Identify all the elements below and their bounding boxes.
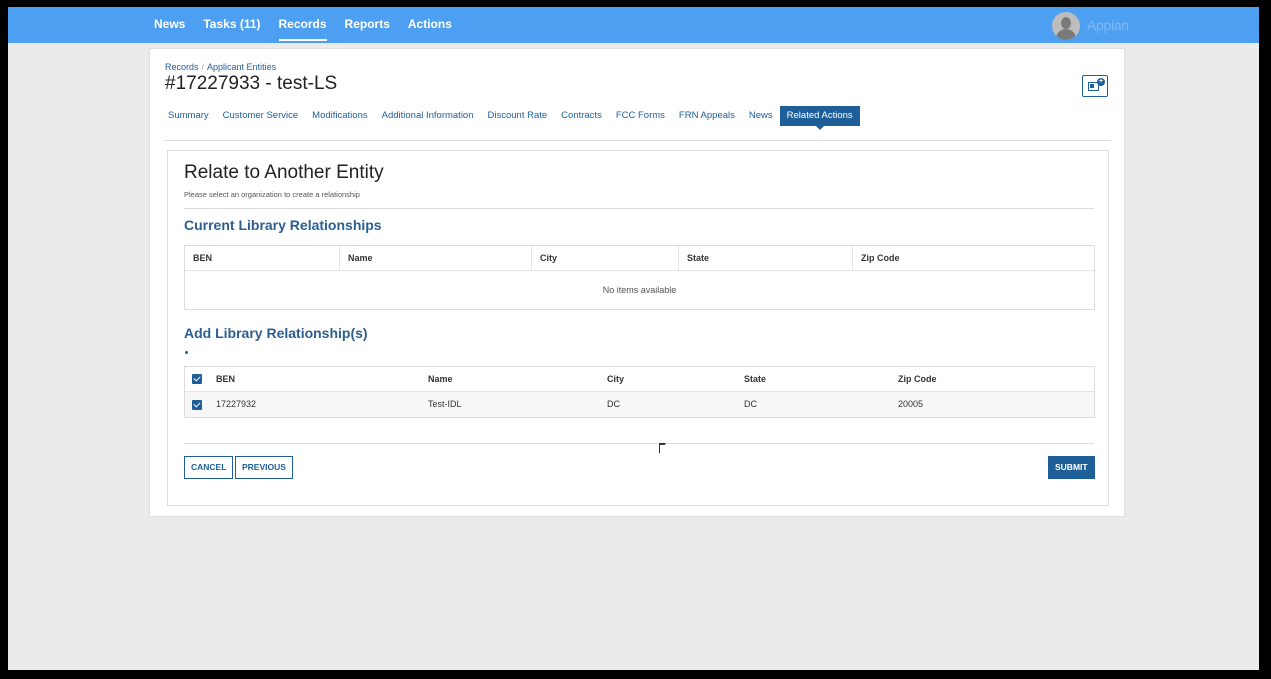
- previous-button[interactable]: PREVIOUS: [235, 456, 293, 479]
- avatar-head: [1061, 17, 1071, 29]
- column-header-state[interactable]: State: [736, 367, 890, 391]
- main-nav: News Tasks (11) Records Reports Actions: [154, 7, 470, 43]
- nav-news[interactable]: News: [154, 7, 185, 43]
- user-avatar-icon[interactable]: [1052, 12, 1080, 40]
- breadcrumb-records[interactable]: Records: [165, 62, 199, 72]
- column-header-city[interactable]: City: [599, 367, 736, 391]
- relate-entity-panel: Relate to Another Entity Please select a…: [167, 150, 1109, 506]
- tab-summary[interactable]: Summary: [161, 106, 216, 126]
- column-header-ben[interactable]: BEN: [208, 367, 420, 391]
- avatar-body: [1056, 29, 1076, 40]
- nav-reports[interactable]: Reports: [345, 7, 390, 43]
- divider: [165, 140, 1111, 141]
- tab-discount-rate[interactable]: Discount Rate: [481, 106, 555, 126]
- form-title: Relate to Another Entity: [184, 162, 384, 183]
- breadcrumb: Records / Applicant Entities: [165, 62, 276, 72]
- table-row[interactable]: 17227932 Test-IDL DC DC 20005: [185, 392, 1094, 417]
- nav-actions[interactable]: Actions: [408, 7, 452, 43]
- divider: [184, 208, 1094, 209]
- top-navigation-bar: News Tasks (11) Records Reports Actions …: [8, 7, 1259, 43]
- cancel-button[interactable]: CANCEL: [184, 456, 234, 479]
- grid-header-row: BEN Name City State Zip Code: [185, 246, 1094, 271]
- cell-name: Test-IDL: [428, 399, 462, 409]
- cell-city: DC: [607, 399, 620, 409]
- add-relationships-grid: BEN Name City State Zip Code 17227932 Te…: [184, 366, 1095, 418]
- column-header-name[interactable]: Name: [420, 367, 599, 391]
- application-window: News Tasks (11) Records Reports Actions …: [8, 7, 1259, 670]
- grid-header-row: BEN Name City State Zip Code: [185, 367, 1094, 392]
- tab-news[interactable]: News: [742, 106, 780, 126]
- cell-zip-code: 20005: [898, 399, 924, 409]
- plus-icon: +: [1097, 78, 1105, 86]
- divider: [184, 443, 1094, 444]
- empty-grid-message: No items available: [602, 285, 677, 295]
- nav-records[interactable]: Records: [278, 7, 327, 43]
- tab-additional-information[interactable]: Additional Information: [375, 106, 481, 126]
- column-header-state[interactable]: State: [678, 246, 852, 270]
- current-relationships-grid: BEN Name City State Zip Code No items av…: [184, 245, 1095, 310]
- select-all-checkbox[interactable]: [185, 367, 208, 391]
- record-card: Records / Applicant Entities #17227933 - t…: [149, 48, 1125, 517]
- tab-related-actions[interactable]: Related Actions: [779, 106, 860, 130]
- cell-ben: 17227932: [216, 399, 257, 409]
- brand-logo: Appian: [1087, 17, 1129, 33]
- record-actions-icon[interactable]: +: [1082, 75, 1108, 97]
- current-relationships-title: Current Library Relationships: [184, 217, 382, 233]
- tab-customer-service[interactable]: Customer Service: [216, 106, 306, 126]
- bullet-icon: [185, 351, 188, 354]
- tab-frn-appeals[interactable]: FRN Appeals: [672, 106, 742, 126]
- column-header-zip-code[interactable]: Zip Code: [852, 246, 1094, 270]
- tab-contracts[interactable]: Contracts: [554, 106, 609, 126]
- column-header-ben[interactable]: BEN: [185, 246, 339, 270]
- column-header-name[interactable]: Name: [339, 246, 531, 270]
- tab-modifications[interactable]: Modifications: [305, 106, 374, 126]
- nav-tasks[interactable]: Tasks (11): [203, 7, 260, 43]
- form-instructions: Please select an organization to create …: [184, 190, 360, 199]
- checkbox-checked-icon: [191, 399, 202, 410]
- cell-state: DC: [744, 399, 757, 409]
- breadcrumb-separator: /: [201, 62, 205, 72]
- record-tabs: Summary Customer Service Modifications A…: [161, 106, 860, 130]
- tab-fcc-forms[interactable]: FCC Forms: [609, 106, 672, 126]
- submit-button[interactable]: SUBMIT: [1048, 456, 1095, 479]
- column-header-zip-code[interactable]: Zip Code: [890, 367, 1094, 391]
- checkbox-checked-icon: [191, 374, 202, 384]
- row-checkbox[interactable]: [185, 392, 208, 417]
- column-header-city[interactable]: City: [531, 246, 678, 270]
- record-title: #17227933 - test-LS: [165, 73, 338, 94]
- breadcrumb-applicant-entities[interactable]: Applicant Entities: [207, 62, 276, 72]
- add-relationships-title: Add Library Relationship(s): [184, 325, 368, 341]
